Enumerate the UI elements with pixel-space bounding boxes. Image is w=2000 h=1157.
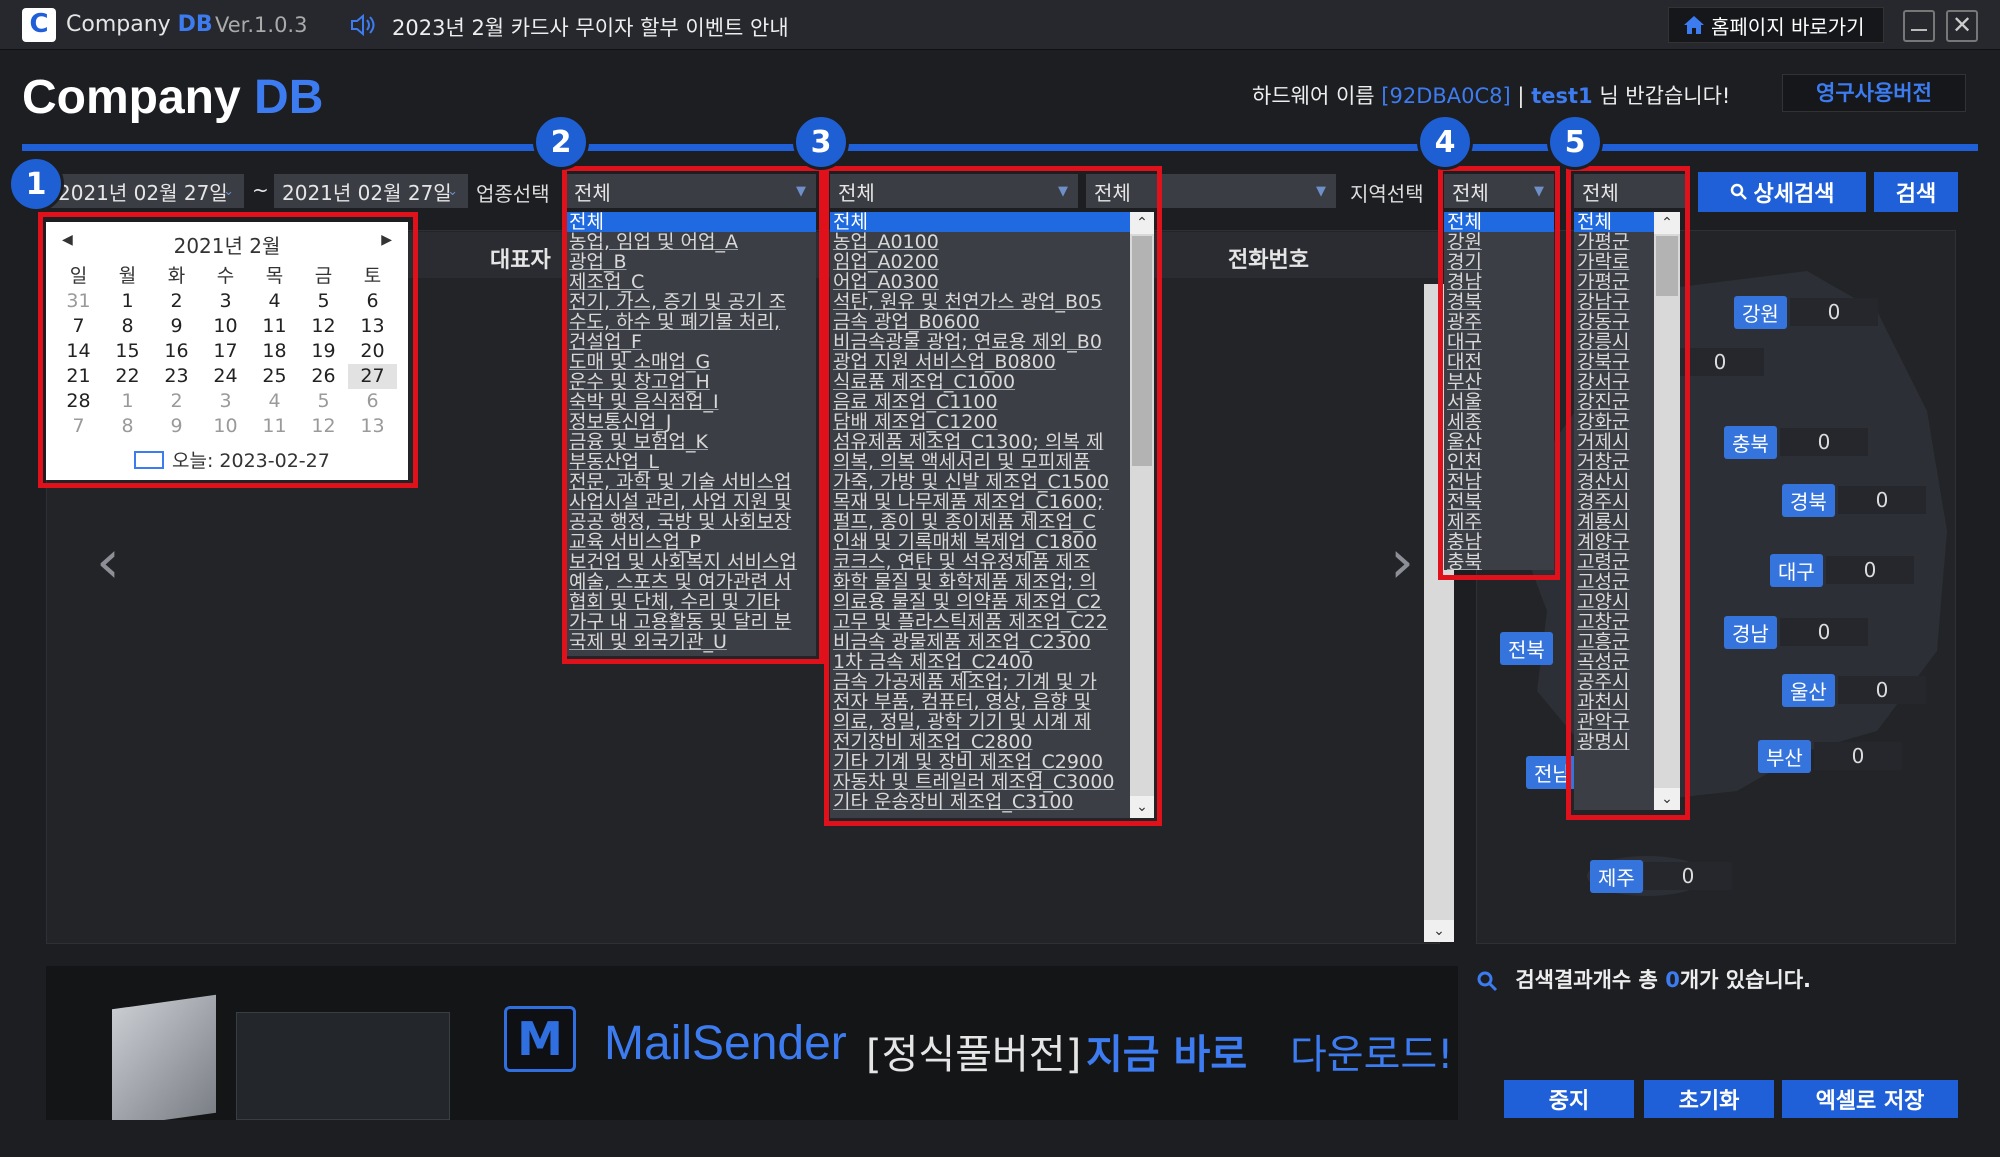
search-button[interactable]: 검색: [1874, 172, 1958, 212]
brand-accent: DB: [254, 71, 324, 124]
app-logo-icon: C: [22, 8, 56, 42]
brand-text: Company: [22, 71, 241, 124]
col-representative[interactable]: 대표자: [490, 242, 551, 274]
region-label: 지역선택: [1350, 182, 1424, 206]
marker-4: 4: [1417, 114, 1473, 170]
excel-export-button[interactable]: 엑셀로 저장: [1782, 1080, 1958, 1118]
prev-arrow-icon[interactable]: ‹: [96, 532, 120, 592]
date-to-picker[interactable]: 2021년 02월 27일 ⌄: [274, 174, 468, 208]
stop-button[interactable]: 중지: [1504, 1080, 1634, 1118]
minimize-icon: [1911, 29, 1927, 31]
result-number: 0: [1665, 968, 1680, 992]
dropdown-arrow-icon: ▼: [1316, 183, 1326, 199]
hw-label: 하드웨어 이름: [1252, 84, 1375, 108]
date-tilde: ~: [252, 178, 269, 202]
license-badge: 영구사용버전: [1782, 74, 1966, 112]
banner-highlight: 지금 바로: [1086, 1032, 1248, 1078]
region-value-gyeongbuk: 0: [1838, 486, 1926, 514]
screenshot-thumbnail: [236, 1012, 450, 1120]
close-button[interactable]: ✕: [1946, 10, 1978, 42]
highlight-box-2: [562, 166, 824, 664]
region-value-busan: 0: [1814, 742, 1902, 770]
mailsender-logo-icon: M: [504, 1006, 576, 1072]
region-tag-jeju[interactable]: 제주: [1590, 860, 1643, 893]
marker-5: 5: [1547, 114, 1603, 170]
region-tag-gyeongnam[interactable]: 경남: [1724, 616, 1777, 649]
chevron-down-icon: ⌄: [223, 183, 234, 199]
next-arrow-icon[interactable]: ›: [1390, 532, 1414, 592]
region-value-gyeongnam: 0: [1780, 618, 1868, 646]
user-name: test1: [1531, 84, 1593, 108]
marker-1: 1: [8, 156, 64, 212]
date-to-value: 2021년 02월 27일: [282, 180, 452, 205]
region-tag-chungbuk[interactable]: 충북: [1724, 426, 1777, 459]
region-tag-busan[interactable]: 부산: [1758, 740, 1811, 773]
brand-logo: Company DB: [22, 70, 323, 125]
col-phone[interactable]: 전화번호: [1228, 242, 1309, 274]
minimize-button[interactable]: [1903, 10, 1935, 42]
excel-label: 엑셀로 저장: [1815, 1089, 1925, 1114]
region-value-gangwon: 0: [1790, 298, 1878, 326]
banner-edition: [정식풀버전]: [866, 1032, 1082, 1078]
region-tag-ulsan[interactable]: 울산: [1782, 674, 1835, 707]
result-suffix: 개가 있습니다.: [1679, 968, 1812, 992]
reset-label: 초기화: [1678, 1089, 1740, 1114]
marker-2: 2: [533, 114, 589, 170]
reset-button[interactable]: 초기화: [1644, 1080, 1774, 1118]
detail-search-button[interactable]: 상세검색: [1698, 172, 1866, 212]
app-name: Company: [66, 12, 171, 37]
banner-product: MailSender: [604, 1017, 847, 1070]
banner-action: 다운로드!: [1290, 1032, 1454, 1078]
hw-id: [92DBA0C8]: [1381, 84, 1511, 108]
notice-text[interactable]: 2023년 2월 카드사 무이자 할부 이벤트 안내: [392, 12, 789, 42]
header-divider: [22, 144, 1978, 151]
highlight-box-3: [824, 166, 1162, 826]
search-button-label: 검색: [1895, 182, 1937, 207]
industry-select-4[interactable]: ▼: [1236, 174, 1336, 208]
result-prefix: 검색결과개수 총: [1515, 968, 1658, 992]
highlight-box-1: [38, 212, 418, 488]
version-label: Ver.1.0.3: [215, 13, 308, 37]
titlebar-app-name: Company DB: [66, 12, 213, 37]
app-name-accent: DB: [177, 12, 213, 37]
region-tag-jeonbuk[interactable]: 전북: [1500, 632, 1553, 665]
greeting: 님 반갑습니다!: [1599, 84, 1731, 108]
search-icon: [1730, 183, 1747, 200]
home-button-label: 홈페이지 바로가기: [1711, 14, 1865, 39]
region-tag-gangwon[interactable]: 강원: [1734, 296, 1787, 329]
marker-3: 3: [793, 114, 849, 170]
detail-search-label: 상세검색: [1753, 182, 1835, 207]
search-icon: [1477, 971, 1498, 992]
date-from-value: 2021년 02월 27일: [58, 180, 228, 205]
date-from-picker[interactable]: 2021년 02월 27일 ⌄: [50, 174, 244, 208]
speaker-icon: [350, 13, 376, 37]
stop-label: 중지: [1548, 1089, 1590, 1114]
home-button[interactable]: 홈페이지 바로가기: [1668, 7, 1884, 43]
region-value-chungbuk: 0: [1780, 428, 1868, 456]
region-value-ulsan: 0: [1838, 676, 1926, 704]
region-value-jeju: 0: [1644, 862, 1732, 890]
region-tag-gyeongbuk[interactable]: 경북: [1782, 484, 1835, 517]
license-text: 영구사용버전: [1816, 81, 1932, 105]
chevron-down-icon: ⌄: [447, 183, 458, 199]
scroll-down-icon[interactable]: ⌄: [1424, 920, 1454, 942]
user-info: 하드웨어 이름 [92DBA0C8] | test1 님 반갑습니다!: [1252, 80, 1730, 110]
home-icon: [1684, 16, 1704, 34]
region-value-daegu: 0: [1826, 556, 1914, 584]
mailsender-banner[interactable]: M MailSender [정식풀버전] 지금 바로 다운로드!: [46, 966, 1458, 1120]
industry-label: 업종선택: [476, 182, 550, 206]
highlight-box-4: [1438, 166, 1560, 580]
close-icon: ✕: [1951, 11, 1973, 39]
product-box-image: [112, 994, 216, 1120]
mailsender-logo-letter: M: [517, 1012, 563, 1066]
region-tag-daegu[interactable]: 대구: [1770, 554, 1823, 587]
separator: |: [1517, 84, 1525, 108]
logo-letter: C: [29, 9, 49, 39]
highlight-box-5: [1566, 166, 1690, 820]
result-count: 검색결과개수 총 0개가 있습니다.: [1476, 964, 1811, 994]
